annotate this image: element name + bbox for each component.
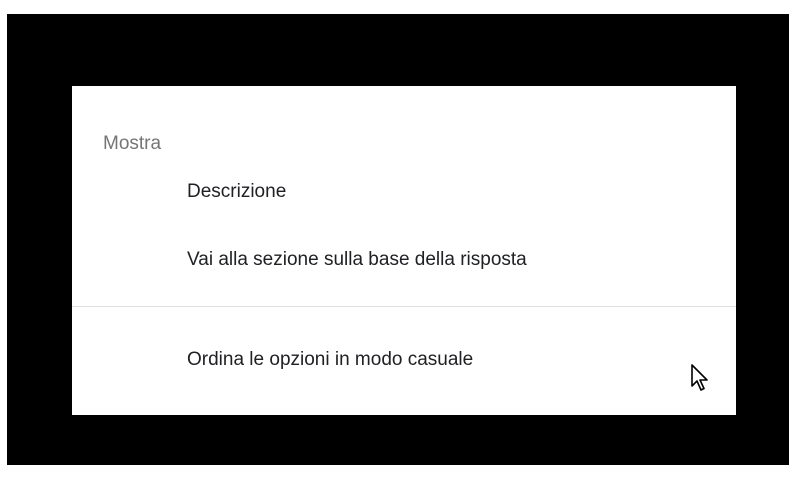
- menu-item-shuffle-option-order[interactable]: Ordina le opzioni in modo casuale: [72, 336, 736, 384]
- display-options-menu: Mostra Descrizione Vai alla sezione sull…: [72, 86, 736, 415]
- menu-divider: [72, 306, 736, 307]
- menu-item-go-to-section-based-on-answer[interactable]: Vai alla sezione sulla base della rispos…: [72, 236, 736, 284]
- menu-section-header: Mostra: [103, 133, 162, 154]
- menu-item-description[interactable]: Descrizione: [72, 168, 736, 216]
- screen-backdrop: Mostra Descrizione Vai alla sezione sull…: [7, 14, 789, 465]
- menu-item-label: Vai alla sezione sulla base della rispos…: [187, 249, 527, 270]
- arrow-pointer-icon: [691, 364, 708, 391]
- menu-item-label: Ordina le opzioni in modo casuale: [187, 349, 474, 370]
- menu-item-label: Descrizione: [187, 181, 287, 202]
